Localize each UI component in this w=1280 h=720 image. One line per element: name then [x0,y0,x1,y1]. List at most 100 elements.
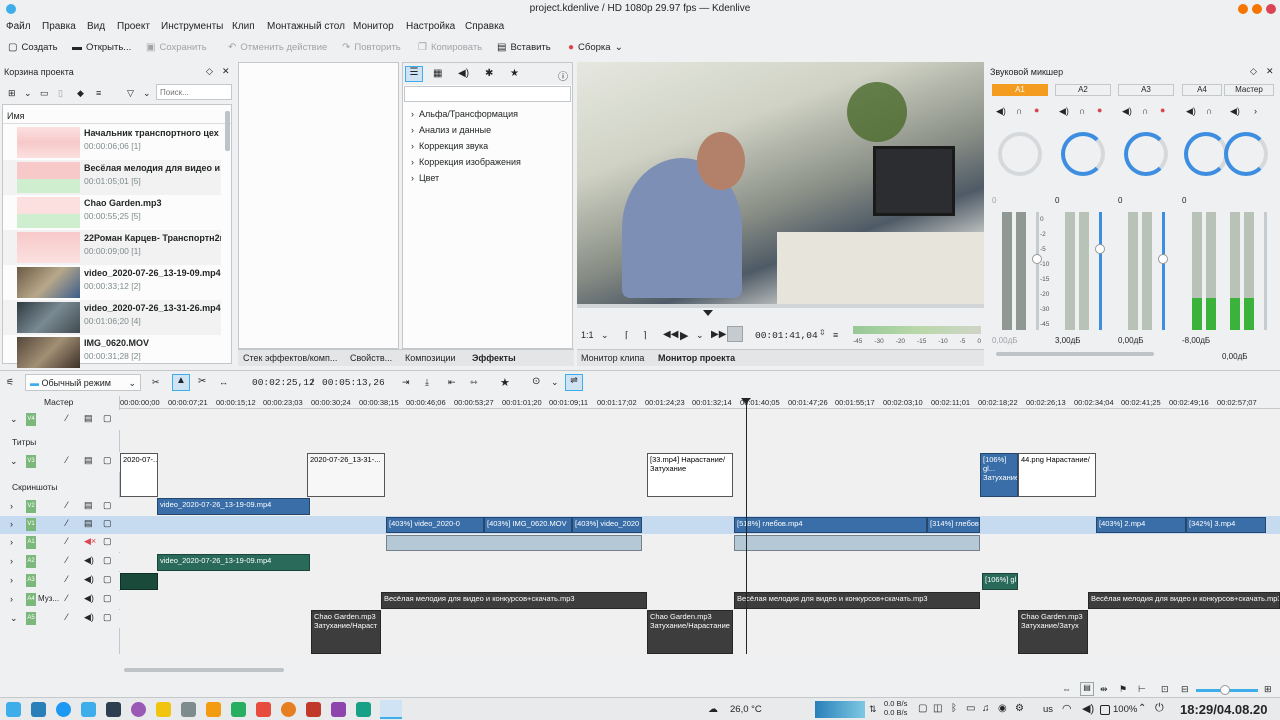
timeline-clip-video[interactable]: [403%] video_2020 [572,517,642,533]
bin-search-input[interactable] [156,84,232,100]
chevron-right-icon[interactable]: › [10,537,13,547]
gain-value[interactable]: 0 [1118,196,1122,205]
filter-icon[interactable]: ▽ [127,88,134,99]
effect-category-analysis[interactable]: › Анализ и данные [411,125,491,135]
db-value[interactable]: 0,00дБ [1118,336,1144,345]
speaker-icon[interactable]: ◀) [84,593,94,604]
loop-zone-icon[interactable] [727,326,743,342]
list-item[interactable]: IMG_0620.MOV 00:00:31;28 [2] [3,335,221,370]
bin-scrollbar[interactable] [225,111,230,151]
menu-tools[interactable]: Инструменты [161,21,223,32]
pan-knob[interactable] [1224,132,1268,176]
timeline-clip-video[interactable]: [342%] 3.mp4 [1186,517,1266,533]
tab-clip-monitor[interactable]: Монитор клипа [581,353,644,363]
list-item[interactable]: 22Роман Карцев- Транспортн2н 00:00:09;00… [3,230,221,265]
video-visible-icon[interactable]: ▤ [84,413,93,424]
app-icon[interactable] [181,702,196,717]
video-preview[interactable] [577,62,984,304]
video-visible-icon[interactable]: ▤ [84,500,93,511]
effects-wand-icon[interactable]: ⁄ [66,536,68,546]
files-icon[interactable] [156,702,171,717]
spinner-arrows-icon[interactable]: ⇳ [819,328,826,337]
tab-effects[interactable]: Эффекты [472,353,516,363]
custom-effects-icon[interactable]: ✱ [485,68,493,79]
timeline-clip-video[interactable]: [314%] глебов [927,517,980,533]
clock[interactable]: 18:29/04.08.20 [1180,702,1267,717]
vpn-icon[interactable]: ◉ [998,703,1007,714]
timeline-clip-title[interactable]: 2020-07-... [120,453,158,497]
effects-wand-icon[interactable]: ⁄ [66,574,68,584]
volume-icon[interactable]: ◀) [1082,702,1094,715]
close-panel-icon[interactable]: ✕ [1266,66,1274,77]
app-icon[interactable] [231,702,246,717]
speaker-icon[interactable]: ◀) [1230,106,1240,117]
lock-icon[interactable]: ▢ [103,555,112,566]
volume-slider[interactable] [1099,212,1102,330]
mixer-scrollbar[interactable] [996,352,1154,356]
timeline-preview-icon[interactable]: ⊙ [532,376,540,387]
video-effects-icon[interactable]: ▦ [433,68,442,79]
lock-icon[interactable]: ▢ [103,612,112,623]
lock-icon[interactable]: ▢ [103,500,112,511]
playhead-handle-icon[interactable] [741,398,751,404]
volume-slider[interactable] [1036,212,1039,330]
chevron-down-icon[interactable]: ⌄ [10,414,18,425]
list-view-icon[interactable]: ☰ [405,66,423,82]
menu-settings[interactable]: Настройка [406,21,455,32]
lock-icon[interactable]: ▢ [103,593,112,604]
pan-knob[interactable] [998,132,1042,176]
lock-icon[interactable]: ▢ [103,536,112,547]
menu-monitor[interactable]: Монитор [353,21,394,32]
in-point-icon[interactable]: ⌈ [625,330,629,341]
razor-tool-icon[interactable]: ✂ [198,376,206,387]
timeline-clip-video[interactable]: [106%] gl... Затухание [980,453,1018,497]
speaker-icon[interactable]: ◀) [84,612,94,623]
copy-button[interactable]: ❐ Копировать [418,42,482,53]
favorite-star-icon[interactable]: ★ [500,376,510,389]
app-launcher-icon[interactable] [6,702,21,717]
db-value[interactable]: 0,00дБ [1222,352,1248,361]
gain-value[interactable]: 0 [1055,196,1059,205]
chevron-down-icon[interactable]: ⌄ [696,330,704,341]
chevron-right-icon[interactable]: › [10,575,13,585]
chevron-up-icon[interactable]: ⌃ [1138,703,1146,714]
speaker-icon[interactable]: ◀) [1122,106,1132,117]
hide-icon[interactable]: ⇔ [1062,684,1071,694]
wifi-icon[interactable]: ◠ [1062,702,1072,715]
pdf-icon[interactable] [256,702,271,717]
menu-edit[interactable]: Правка [42,21,76,32]
power-icon[interactable]: ⏻ [1155,702,1164,715]
video-visible-icon[interactable]: ▤ [84,455,93,466]
headphones-icon[interactable]: ∩ [1016,106,1022,116]
network-speed[interactable]: 0.0 B/s 0.0 B/s [884,699,907,717]
timeline-clip-audio[interactable]: [106%] gl [982,573,1018,590]
timeline-clip-audio[interactable]: Весёлая мелодия для видео и конкурсов+ск… [381,592,647,609]
effect-category-color[interactable]: › Цвет [411,173,439,183]
vault-icon[interactable]: ◫ [933,703,942,714]
volume-slider[interactable] [1162,212,1165,330]
chevron-right-icon[interactable]: › [10,594,13,604]
gain-value[interactable]: 0 [992,196,996,205]
close-icon[interactable] [1266,4,1276,14]
float-icon[interactable]: ◇ [1250,66,1257,77]
timeline-ruler[interactable]: 00:00:00;00 00:00:07;21 00:00:15;12 00:0… [120,396,1280,409]
select-tool-icon[interactable]: ▲ [172,374,190,391]
timeline-clip-video[interactable]: video_2020-07-26_13-19-09.mp4 [157,498,310,515]
speaker-icon[interactable]: ◀) [1186,106,1196,117]
menu-file[interactable]: Файл [6,21,31,32]
cpu-monitor-graph[interactable] [815,701,865,718]
record-icon[interactable]: ● [1097,105,1102,115]
viber-icon[interactable] [131,702,146,717]
app-icon[interactable] [331,702,346,717]
menu-help[interactable]: Справка [465,21,504,32]
tab-effect-stack[interactable]: Стек эффектов/комп... [243,353,337,363]
timeline-clip-audio-muted[interactable] [734,535,980,551]
settings-icon[interactable]: ⚙ [1015,703,1024,714]
effect-category-image[interactable]: › Коррекция изображения [411,157,521,167]
mute-icon[interactable]: ◀× [84,536,96,547]
app-icon[interactable] [306,702,321,717]
insert-icon[interactable]: ⇥ [402,377,410,388]
speaker-icon[interactable]: ◀) [84,555,94,566]
edit-mode-select[interactable]: ▬ Обычный режим ⌄ [25,374,141,391]
volume-slider[interactable] [1264,212,1267,330]
